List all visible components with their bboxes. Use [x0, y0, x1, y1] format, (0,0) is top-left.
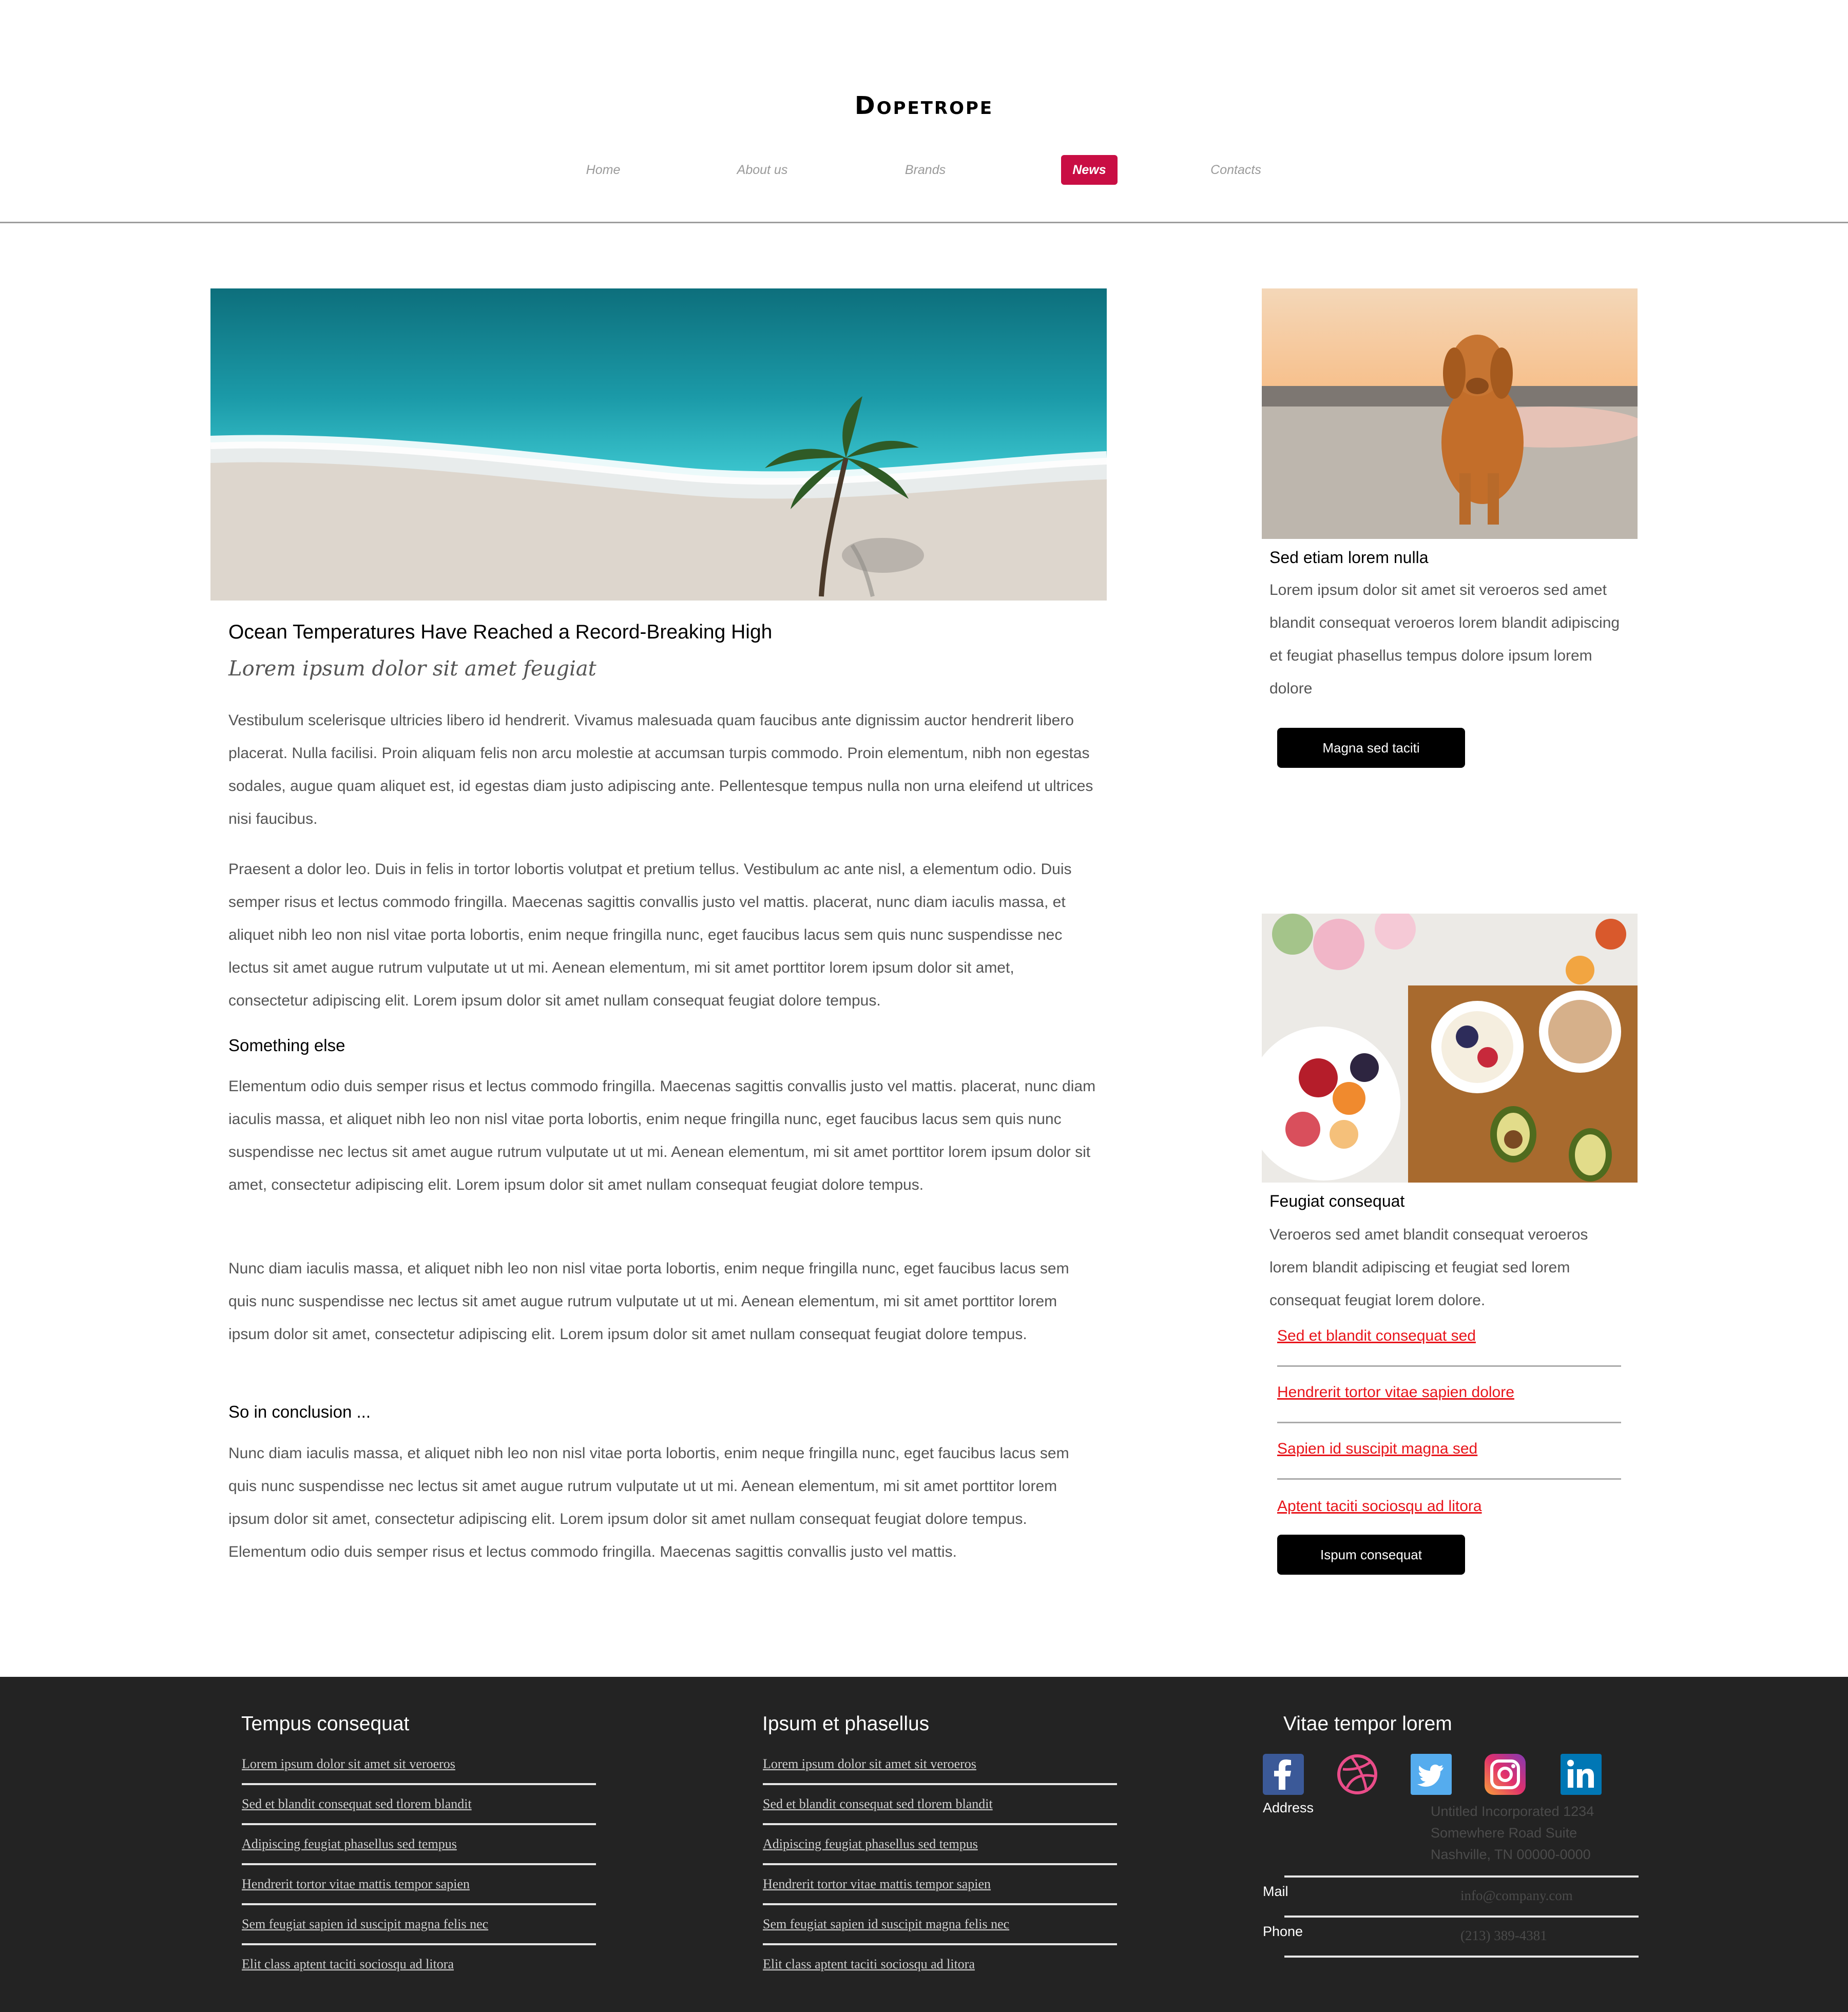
footer-link[interactable]: Hendrerit tortor vitae mattis tempor sap…	[242, 1876, 470, 1892]
sidebar-link[interactable]: Hendrerit tortor vitae sapien dolore	[1277, 1384, 1514, 1401]
article-paragraph: Elementum odio duis semper risus et lect…	[228, 1078, 1096, 1193]
footer-link[interactable]: Lorem ipsum dolor sit amet sit veroeros	[763, 1756, 976, 1772]
nav-about-us[interactable]: About us	[729, 155, 796, 185]
article-title: Ocean Temperatures Have Reached a Record…	[228, 621, 773, 643]
divider	[763, 1783, 1117, 1785]
nav-news[interactable]: News	[1061, 155, 1118, 185]
divider	[1277, 1422, 1621, 1423]
footer-column-title: Vitae tempor lorem	[1283, 1713, 1452, 1735]
nav-brands[interactable]: Brands	[896, 155, 955, 185]
facebook-icon[interactable]	[1263, 1754, 1304, 1795]
divider	[763, 1863, 1117, 1865]
divider	[242, 1823, 596, 1825]
address-label: Address	[1263, 1800, 1314, 1815]
article-paragraph: Praesent a dolor leo. Duis in felis in t…	[228, 861, 1072, 1009]
card-text: Lorem ipsum dolor sit amet sit veroeros …	[1269, 582, 1620, 697]
divider	[763, 1823, 1117, 1825]
footer-link[interactable]: Sed et blandit consequat sed tlorem blan…	[242, 1796, 472, 1812]
mail-value[interactable]: info@company.com	[1460, 1888, 1573, 1904]
footer-link[interactable]: Elit class aptent taciti sociosqu ad lit…	[763, 1957, 975, 1972]
sidebar-link[interactable]: Sed et blandit consequat sed	[1277, 1327, 1476, 1345]
footer-column-title: Ipsum et phasellus	[762, 1713, 930, 1735]
divider	[1277, 1478, 1621, 1480]
divider	[763, 1903, 1117, 1905]
card-text: Veroeros sed amet blandit consequat vero…	[1269, 1226, 1588, 1309]
divider	[1284, 1875, 1639, 1878]
dribbble-icon[interactable]	[1337, 1754, 1378, 1795]
address-line: Untitled Incorporated 1234	[1431, 1804, 1594, 1819]
footer-link[interactable]: Elit class aptent taciti sociosqu ad lit…	[242, 1957, 454, 1972]
phone-value[interactable]: (213) 389-4381	[1460, 1928, 1547, 1944]
instagram-icon[interactable]	[1485, 1754, 1526, 1795]
ispum-consequat-button[interactable]: Ispum consequat	[1277, 1535, 1465, 1575]
section-heading-conclusion: So in conclusion ...	[228, 1402, 371, 1421]
divider	[763, 1943, 1117, 1945]
card-title: Feugiat consequat	[1269, 1192, 1405, 1210]
article-paragraph: Nunc diam iaculis massa, et aliquet nibh…	[228, 1260, 1069, 1343]
address-line: Nashville, TN 00000-0000	[1431, 1847, 1591, 1862]
footer-link[interactable]: Sem feugiat sapien id suscipit magna fel…	[242, 1917, 488, 1932]
footer-link[interactable]: Hendrerit tortor vitae mattis tempor sap…	[763, 1876, 991, 1892]
footer-column-title: Tempus consequat	[241, 1713, 410, 1735]
address-line: Somewhere Road Suite	[1431, 1825, 1577, 1841]
sidebar-link[interactable]: Sapien id suscipit magna sed	[1277, 1440, 1477, 1458]
divider	[1284, 1956, 1639, 1958]
section-heading-something-else: Something else	[228, 1036, 345, 1055]
divider	[242, 1943, 596, 1945]
divider	[242, 1783, 596, 1785]
linkedin-icon[interactable]	[1561, 1754, 1602, 1795]
footer-link[interactable]: Adipiscing feugiat phasellus sed tempus	[242, 1836, 457, 1852]
divider	[1277, 1365, 1621, 1367]
mail-label: Mail	[1263, 1884, 1288, 1899]
article-paragraph: Vestibulum scelerisque ultricies libero …	[228, 712, 1093, 827]
nav-contacts[interactable]: Contacts	[1204, 155, 1268, 185]
article-paragraph: Nunc diam iaculis massa, et aliquet nibh…	[228, 1445, 1069, 1560]
article-hero-image	[210, 288, 1107, 601]
twitter-icon[interactable]	[1411, 1754, 1452, 1795]
divider	[1284, 1916, 1639, 1918]
header-divider	[0, 222, 1848, 223]
divider	[242, 1903, 596, 1905]
card-title: Sed etiam lorem nulla	[1269, 548, 1429, 567]
footer-link[interactable]: Adipiscing feugiat phasellus sed tempus	[763, 1836, 978, 1852]
nav-home[interactable]: Home	[575, 155, 631, 185]
dog-photo	[1262, 288, 1638, 539]
article-subtitle: Lorem ipsum dolor sit amet feugiat	[228, 657, 596, 681]
divider	[242, 1863, 596, 1865]
phone-label: Phone	[1263, 1924, 1303, 1939]
sidebar-link[interactable]: Aptent taciti sociosqu ad litora	[1277, 1498, 1482, 1515]
footer-link[interactable]: Sed et blandit consequat sed tlorem blan…	[763, 1796, 993, 1812]
site-logo[interactable]: Dopetrope	[0, 91, 1848, 120]
footer-link[interactable]: Sem feugiat sapien id suscipit magna fel…	[763, 1917, 1009, 1932]
food-photo	[1262, 914, 1638, 1183]
magna-sed-taciti-button[interactable]: Magna sed taciti	[1277, 728, 1465, 768]
footer-link[interactable]: Lorem ipsum dolor sit amet sit veroeros	[242, 1756, 455, 1772]
